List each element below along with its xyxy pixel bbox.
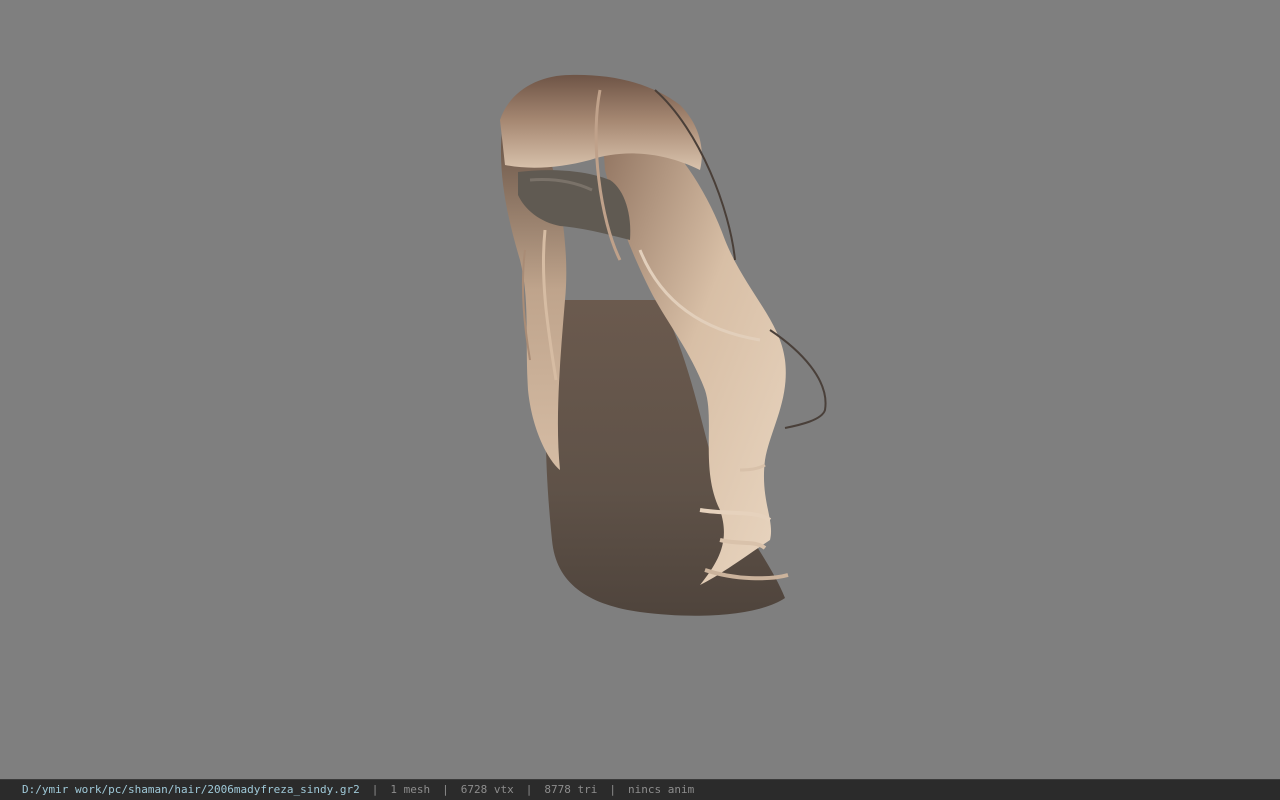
animation-status: nincs anim — [627, 783, 695, 796]
status-bar: D:/ymir work/pc/shaman/hair/2006madyfrez… — [0, 779, 1280, 800]
hair-model-icon[interactable] — [0, 0, 1280, 779]
separator: | — [609, 783, 616, 796]
separator: | — [442, 783, 449, 796]
vertex-count: 6728 vtx — [460, 783, 514, 796]
file-path: D:/ymir work/pc/shaman/hair/2006madyfrez… — [22, 783, 360, 796]
mesh-count: 1 mesh — [390, 783, 431, 796]
separator: | — [371, 783, 379, 796]
triangle-count: 8778 tri — [544, 783, 598, 796]
3d-viewport[interactable] — [0, 0, 1280, 779]
separator: | — [525, 783, 533, 796]
